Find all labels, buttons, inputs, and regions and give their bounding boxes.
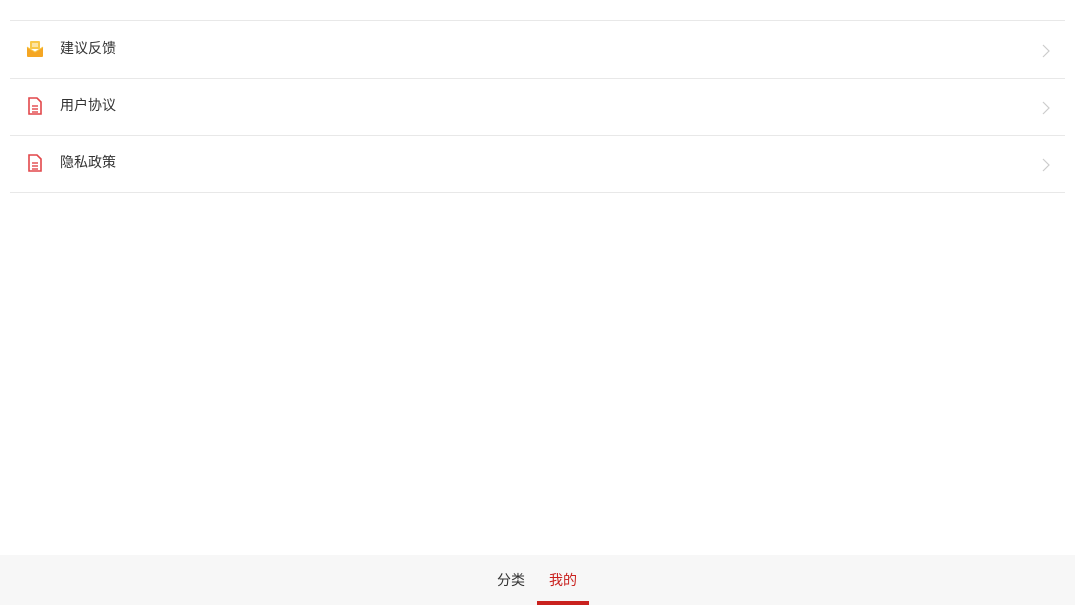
menu-item-privacy-policy[interactable]: 隐私政策 <box>10 135 1065 193</box>
menu-item-feedback[interactable]: 建议反馈 <box>10 21 1065 79</box>
chevron-right-icon <box>1039 43 1053 58</box>
menu-item-label: 建议反馈 <box>60 41 116 57</box>
tab-label: 分类 <box>497 573 525 589</box>
tab-mine[interactable]: 我的 <box>537 555 589 605</box>
document-icon <box>26 97 44 115</box>
chevron-right-icon <box>1039 157 1053 172</box>
feedback-envelope-icon <box>26 40 44 58</box>
document-icon <box>26 154 44 172</box>
menu-item-user-agreement[interactable]: 用户协议 <box>10 78 1065 136</box>
menu-item-label: 用户协议 <box>60 98 116 114</box>
active-tab-indicator <box>537 601 589 605</box>
tab-label: 我的 <box>549 573 577 589</box>
menu-item-label: 隐私政策 <box>60 155 116 171</box>
tab-category[interactable]: 分类 <box>485 555 537 605</box>
chevron-right-icon <box>1039 100 1053 115</box>
bottom-tab-bar: 分类 我的 <box>0 555 1075 605</box>
